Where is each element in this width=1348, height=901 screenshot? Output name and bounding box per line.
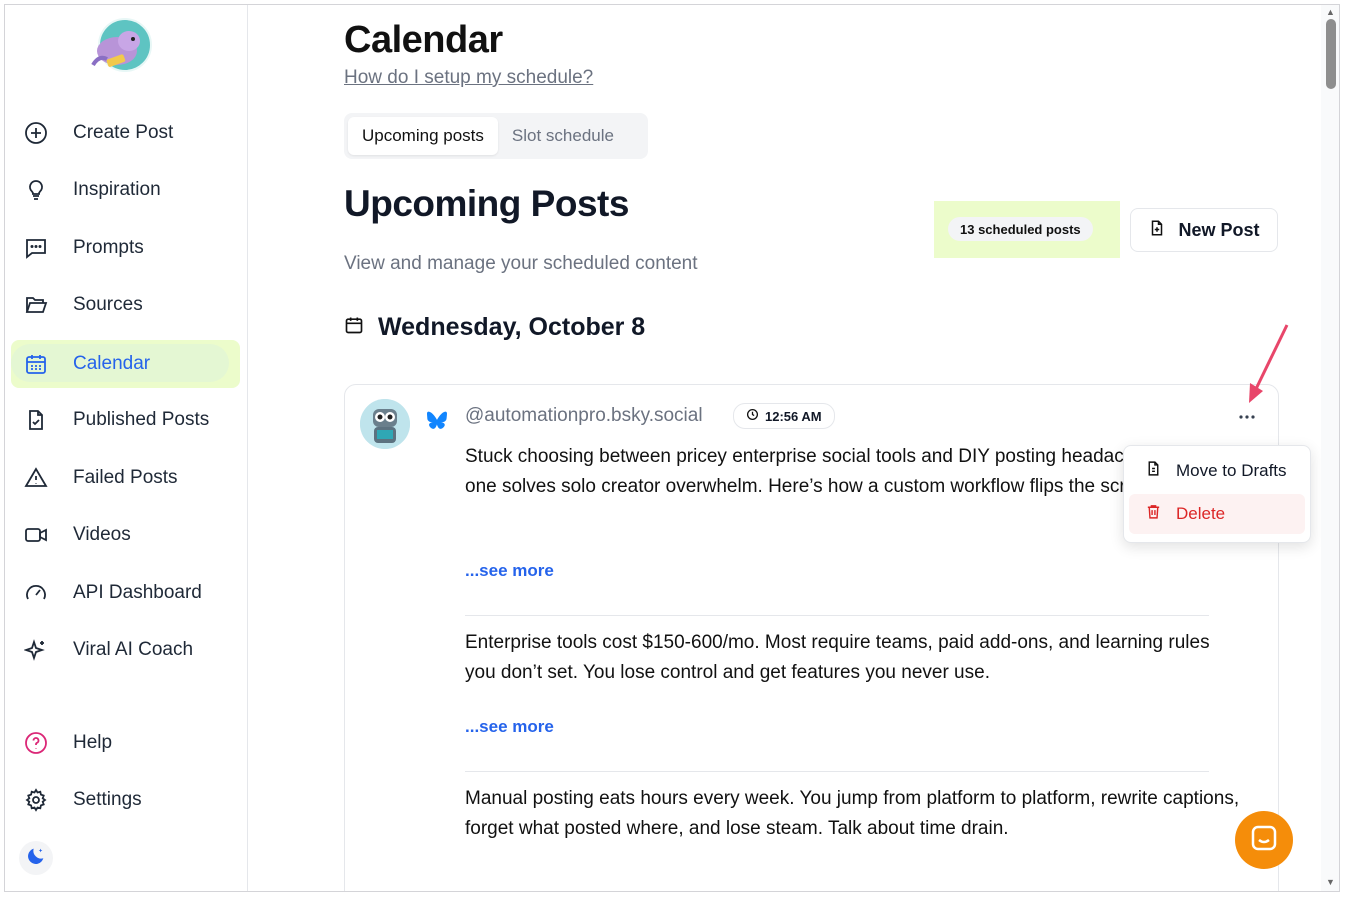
sidebar-item-inspiration[interactable]: Inspiration: [11, 167, 239, 213]
sidebar-item-label: Videos: [73, 524, 131, 545]
count-highlight: 13 scheduled posts: [934, 201, 1120, 258]
sidebar-item-label: Viral AI Coach: [73, 639, 194, 660]
schedule-help-link[interactable]: How do I setup my schedule?: [344, 67, 593, 89]
moon-icon: [25, 845, 47, 872]
tab-upcoming-posts[interactable]: Upcoming posts: [348, 117, 498, 155]
view-tabs: Upcoming posts Slot schedule: [344, 113, 648, 159]
video-icon: [23, 522, 49, 548]
message-square-icon: [23, 235, 49, 261]
sidebar-item-calendar[interactable]: Calendar: [11, 340, 240, 388]
page-title: Calendar: [344, 19, 503, 61]
folder-open-icon: [23, 292, 49, 318]
sidebar-item-api-dashboard[interactable]: API Dashboard: [11, 570, 239, 616]
sidebar-item-help[interactable]: Help: [11, 720, 239, 766]
scrollbar[interactable]: ▲ ▼: [1321, 5, 1339, 891]
help-circle-icon: [23, 730, 49, 756]
scroll-up-arrow-icon[interactable]: ▲: [1326, 7, 1335, 17]
annotation-arrow: [1249, 324, 1289, 403]
delete-menu-item[interactable]: Delete: [1129, 494, 1305, 534]
sidebar-item-label: API Dashboard: [73, 582, 202, 603]
section-subtitle: View and manage your scheduled content: [344, 253, 698, 274]
menu-item-label: Delete: [1176, 504, 1226, 523]
section-title: Upcoming Posts: [344, 183, 629, 224]
sparkles-icon: [23, 637, 49, 663]
sidebar-item-label: Calendar: [73, 353, 151, 374]
calendar-small-icon: [344, 315, 364, 340]
move-to-drafts-menu-item[interactable]: Move to Drafts: [1129, 451, 1305, 491]
avatar[interactable]: [360, 399, 410, 449]
lightbulb-icon: [23, 177, 49, 203]
sidebar-item-create-post[interactable]: Create Post: [11, 110, 239, 156]
sidebar-item-prompts[interactable]: Prompts: [11, 225, 239, 271]
time-label: 12:56 AM: [765, 408, 822, 424]
sidebar-item-label: Inspiration: [73, 179, 161, 200]
sidebar-item-label: Prompts: [73, 237, 144, 258]
sidebar-item-viral-ai-coach[interactable]: Viral AI Coach: [11, 627, 239, 673]
sidebar-item-label: Published Posts: [73, 409, 210, 430]
sidebar-item-sources[interactable]: Sources: [11, 282, 239, 328]
app-window: Create Post Inspiration Prompts Sources: [4, 4, 1340, 892]
ellipsis-icon: [1239, 415, 1255, 419]
bluesky-icon: [427, 411, 447, 434]
plus-circle-icon: [23, 120, 49, 146]
time-badge: 12:56 AM: [733, 403, 835, 429]
tab-slot-schedule[interactable]: Slot schedule: [498, 117, 628, 155]
calendar-icon: [23, 351, 49, 377]
scheduled-count-badge: 13 scheduled posts: [948, 217, 1093, 241]
sidebar-item-failed-posts[interactable]: Failed Posts: [11, 455, 239, 501]
chat-icon: [1249, 823, 1279, 858]
see-more-link[interactable]: ...see more: [465, 717, 554, 737]
trash-icon: [1145, 503, 1162, 525]
divider: [465, 615, 1209, 616]
sidebar-item-label: Help: [73, 732, 113, 753]
sidebar-item-label: Create Post: [73, 122, 174, 143]
sidebar-item-published-posts[interactable]: Published Posts: [11, 397, 239, 443]
sidebar-item-videos[interactable]: Videos: [11, 512, 239, 558]
account-handle[interactable]: @automationpro.bsky.social: [465, 405, 703, 427]
post-paragraph: Manual posting eats hours every week. Yo…: [465, 788, 1240, 839]
new-post-label: New Post: [1178, 219, 1260, 240]
scroll-thumb[interactable]: [1326, 19, 1336, 89]
see-more-link[interactable]: ...see more: [465, 561, 554, 581]
sidebar-item-label: Settings: [73, 789, 142, 810]
sidebar-item-settings[interactable]: Settings: [11, 777, 239, 823]
theme-toggle-button[interactable]: [19, 841, 53, 875]
gauge-icon: [23, 580, 49, 606]
sidebar-item-label: Sources: [73, 294, 143, 315]
app-logo[interactable]: [85, 15, 153, 83]
chat-support-button[interactable]: [1235, 811, 1293, 869]
new-post-button[interactable]: New Post: [1130, 208, 1278, 252]
clock-icon: [746, 408, 759, 424]
sidebar: Create Post Inspiration Prompts Sources: [5, 5, 248, 891]
file-plus-icon: [1148, 219, 1166, 242]
gear-icon: [23, 787, 49, 813]
sidebar-item-label: Failed Posts: [73, 467, 178, 488]
scroll-down-arrow-icon[interactable]: ▼: [1326, 877, 1335, 887]
date-label: Wednesday, October 8: [378, 313, 646, 341]
date-heading: Wednesday, October 8: [344, 313, 645, 342]
alert-triangle-icon: [23, 465, 49, 491]
file-draft-icon: [1145, 460, 1162, 482]
menu-item-label: Move to Drafts: [1176, 461, 1287, 480]
post-paragraph: Enterprise tools cost $150-600/mo. Most …: [465, 632, 1210, 683]
post-context-menu: Move to Drafts Delete: [1123, 445, 1311, 543]
divider: [465, 771, 1209, 772]
file-check-icon: [23, 407, 49, 433]
